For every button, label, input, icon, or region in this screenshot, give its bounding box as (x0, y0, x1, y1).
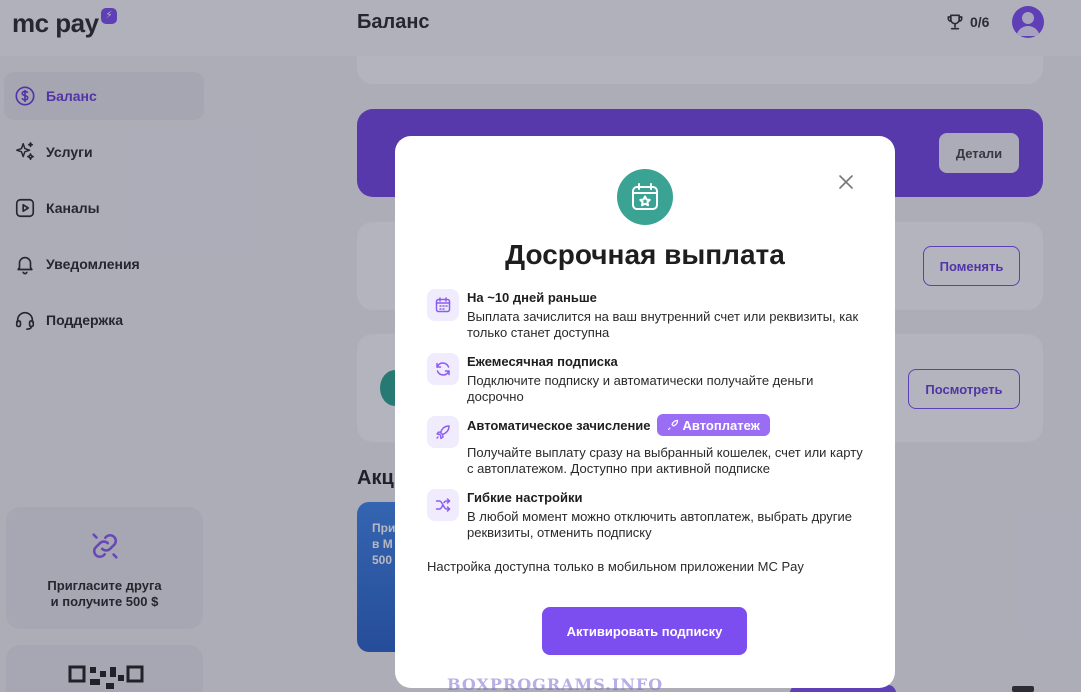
activate-subscription-button[interactable]: Активировать подписку (542, 607, 747, 655)
close-icon[interactable] (836, 172, 856, 192)
feature-title-row: Автоматическое зачисление Автоплатеж (467, 414, 770, 436)
early-payout-modal: Досрочная выплата На ~10 дней раньше Вып… (395, 136, 895, 688)
feature-title: Гибкие настройки (467, 490, 583, 505)
autopay-badge: Автоплатеж (656, 414, 770, 436)
calendar-star-icon (617, 169, 673, 225)
autopay-badge-label: Автоплатеж (682, 417, 760, 433)
feature-description: В любой момент можно отключить автоплате… (467, 509, 853, 540)
modal-title: Досрочная выплата (505, 239, 785, 270)
feature-description: Получайте выплату сразу на выбранный кош… (467, 445, 863, 476)
feature-title: На ~10 дней раньше (467, 290, 597, 305)
mobile-only-note: Настройка доступна только в мобильном пр… (427, 559, 804, 574)
feature-title: Ежемесячная подписка (467, 354, 618, 369)
rocket-icon (667, 419, 678, 431)
calendar-icon (427, 289, 459, 321)
shuffle-icon (427, 489, 459, 521)
refresh-icon (427, 353, 459, 385)
watermark: BOXPROGRAMS.INFO (447, 675, 664, 692)
feature-description: Подключите подписку и автоматически полу… (467, 373, 814, 404)
feature-description: Выплата зачислится на ваш внутренний сче… (467, 309, 859, 340)
rocket-icon (427, 416, 459, 448)
feature-title: Автоматическое зачисление (467, 417, 651, 433)
